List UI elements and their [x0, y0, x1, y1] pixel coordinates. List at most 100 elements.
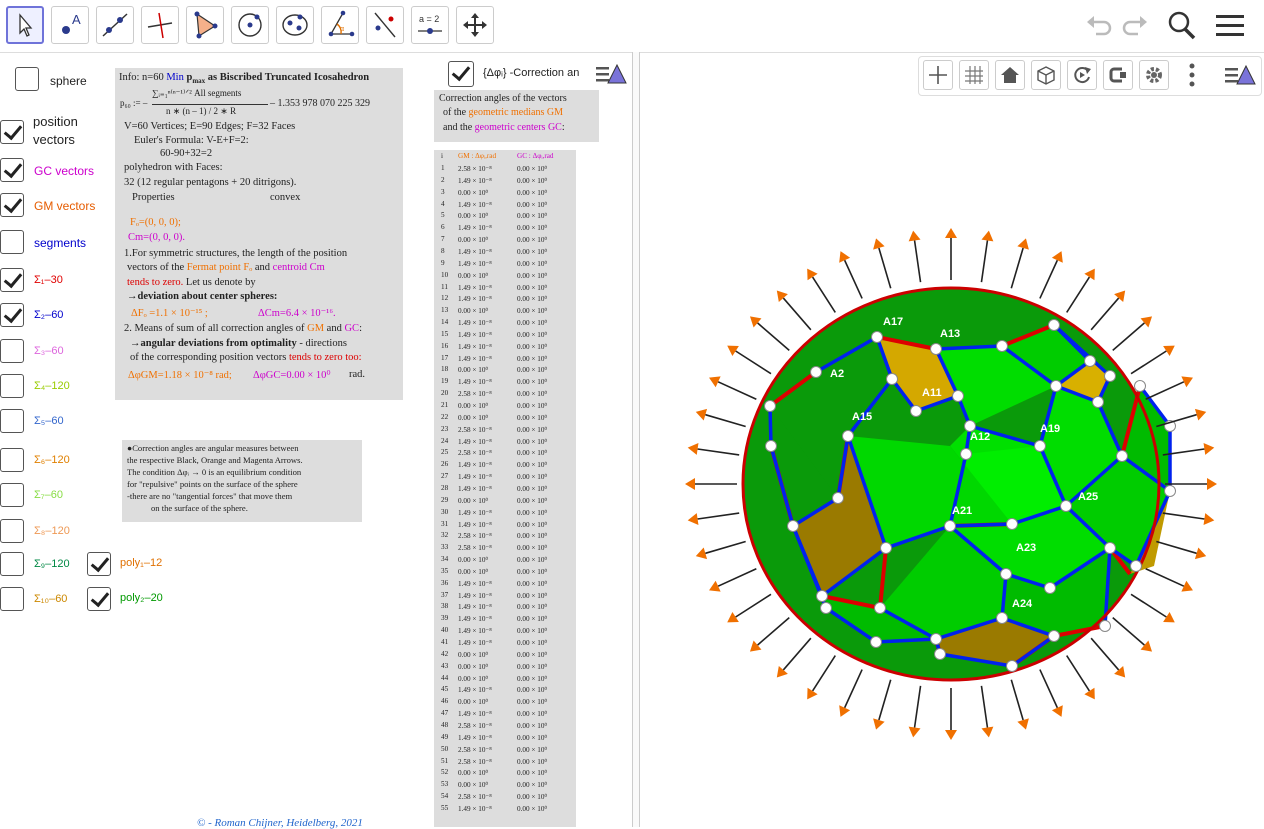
clipping-button[interactable] — [1103, 60, 1133, 90]
row-gm-value: 0.00 × 10⁰ — [458, 366, 489, 375]
3d-graphics-view[interactable]: A17 A13 A2 A11 A15 A12 A19 A25 A21 A23 A24 — [640, 96, 1264, 827]
polygon-tool[interactable] — [186, 6, 224, 44]
sphere-checkbox[interactable] — [15, 67, 39, 91]
position-vector-arrow — [1145, 381, 1185, 400]
note-line-1: ●Correction angles are angular measures … — [127, 443, 299, 453]
euler-text: Euler's Formula: V-E+F=2: — [134, 135, 249, 146]
row-index: 12 — [441, 294, 449, 303]
sigma-2-checkbox[interactable] — [0, 303, 24, 327]
header-gc: GC : Δφᵢ,rad — [517, 152, 554, 160]
row-index: 18 — [441, 365, 449, 374]
row-gm-value: 0.00 × 10⁰ — [458, 556, 489, 565]
row-index: 44 — [441, 673, 449, 682]
position-vectors-checkbox[interactable] — [0, 120, 24, 144]
sigma-6-checkbox[interactable] — [0, 448, 24, 472]
row-gm-value: 2.58 × 10⁻⁸ — [458, 793, 492, 802]
segments-checkbox[interactable] — [0, 230, 24, 254]
more-options-button[interactable] — [1177, 60, 1207, 90]
circle-tool[interactable] — [231, 6, 269, 44]
row-gc-value: 0.00 × 10⁰ — [517, 674, 548, 683]
sigma-10-checkbox[interactable] — [0, 587, 24, 611]
row-index: 34 — [441, 555, 449, 564]
gm-vector-arrowhead — [945, 228, 957, 238]
table-row: 30 1.49 × 10⁻⁸ 0.00 × 10⁰ — [434, 508, 576, 520]
undo-button[interactable] — [1084, 8, 1114, 47]
toolbar: A α a = 2 — [0, 0, 1264, 53]
axes-toggle[interactable] — [923, 60, 953, 90]
delta-gm: ΔφGM=1.18 × 10⁻⁸ rad; — [128, 370, 232, 381]
point-tool[interactable]: A — [51, 6, 89, 44]
row-gc-value: 0.00 × 10⁰ — [517, 532, 548, 541]
row-index: 38 — [441, 602, 449, 611]
sigma-3-checkbox[interactable] — [0, 339, 24, 363]
note-line-2: the respective Black, Orange and Magenta… — [127, 455, 303, 465]
formula-lhs: p₆₀ := – — [120, 98, 148, 108]
vertex-point — [816, 590, 828, 602]
position-vector-arrow — [811, 655, 836, 692]
position-vector-arrow — [1130, 593, 1167, 618]
row-gm-value: 1.49 × 10⁻⁸ — [458, 710, 492, 719]
table-row: 12 1.49 × 10⁻⁸ 0.00 × 10⁰ — [434, 294, 576, 306]
slider-tool[interactable]: a = 2 — [411, 6, 449, 44]
sigma-8-checkbox[interactable] — [0, 519, 24, 543]
move-tool[interactable] — [6, 6, 44, 44]
algebra-toggle-button[interactable] — [594, 60, 628, 88]
view-direction-button[interactable] — [1031, 60, 1061, 90]
note-line-3: The condition Δφᵢ → 0 is an equilibrium … — [127, 467, 302, 477]
sigma-5-checkbox[interactable] — [0, 409, 24, 433]
sigma-4-checkbox[interactable] — [0, 374, 24, 398]
row-gc-value: 0.00 × 10⁰ — [517, 698, 548, 707]
reflect-tool[interactable] — [366, 6, 404, 44]
panel-divider[interactable] — [632, 52, 640, 827]
sigma-9-checkbox[interactable] — [0, 552, 24, 576]
vertex-label: A17 — [883, 316, 903, 328]
conic-tool[interactable] — [276, 6, 314, 44]
position-vector-arrow — [1112, 616, 1145, 646]
graphics-toggle-button[interactable] — [1223, 60, 1257, 90]
row-index: 49 — [441, 732, 449, 741]
table-row: 3 0.00 × 10⁰ 0.00 × 10⁰ — [434, 188, 576, 200]
table-row: 18 0.00 × 10⁰ 0.00 × 10⁰ — [434, 365, 576, 377]
row-gc-value: 0.00 × 10⁰ — [517, 567, 548, 576]
fermat-point-text: Fₒ=(0, 0, 0); — [130, 217, 181, 228]
perpendicular-tool[interactable] — [141, 6, 179, 44]
sigma-2-label: Σ₂–60 — [34, 309, 64, 321]
row-gc-value: 0.00 × 10⁰ — [517, 307, 548, 316]
vertex-point — [1034, 440, 1046, 452]
rotate-view-button[interactable] — [1067, 60, 1097, 90]
vertex-point — [1092, 396, 1104, 408]
menu-button[interactable] — [1214, 8, 1246, 47]
correction-angles-checkbox[interactable] — [448, 61, 474, 87]
poly1-checkbox[interactable] — [87, 552, 111, 576]
poly2-checkbox[interactable] — [87, 587, 111, 611]
search-button[interactable] — [1166, 8, 1198, 47]
redo-button[interactable] — [1120, 8, 1150, 47]
gm-vector-arrowhead — [1017, 718, 1029, 730]
algebra-view-icon — [596, 63, 627, 84]
gc-vectors-checkbox[interactable] — [0, 158, 24, 182]
para1-line3: tends to zero. Let us denote by — [127, 277, 256, 288]
home-button[interactable] — [995, 60, 1025, 90]
sigma-9-label: Σ₉–120 — [34, 558, 70, 570]
vertex-label: A24 — [1012, 598, 1033, 610]
row-index: 40 — [441, 626, 449, 635]
centroid-text: Cm=(0, 0, 0). — [128, 232, 185, 243]
settings-button[interactable] — [1139, 60, 1169, 90]
table-row: 23 2.58 × 10⁻⁸ 0.00 × 10⁰ — [434, 425, 576, 437]
gm-vectors-checkbox[interactable] — [0, 193, 24, 217]
row-gc-value: 0.00 × 10⁰ — [517, 330, 548, 339]
position-vector-arrow — [1010, 247, 1024, 289]
position-vector-arrow — [697, 512, 740, 520]
sigma-7-checkbox[interactable] — [0, 483, 24, 507]
blue-edge — [768, 405, 773, 447]
gm-vector-arrowhead — [873, 718, 885, 730]
position-vector-arrow — [757, 616, 790, 646]
line-tool[interactable] — [96, 6, 134, 44]
row-gm-value: 2.58 × 10⁻⁸ — [458, 757, 492, 766]
grid-toggle[interactable] — [959, 60, 989, 90]
row-gc-value: 0.00 × 10⁰ — [517, 686, 548, 695]
sigma-1-checkbox[interactable] — [0, 268, 24, 292]
move-graphics-tool[interactable] — [456, 6, 494, 44]
angle-tool[interactable]: α — [321, 6, 359, 44]
gm-vector-arrowhead — [981, 726, 994, 738]
